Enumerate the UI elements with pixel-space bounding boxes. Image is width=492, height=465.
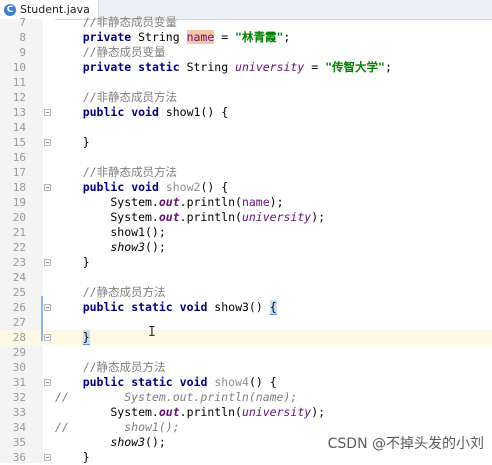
code-text: show3(); [110,240,166,254]
fold-toggle-icon[interactable] [44,334,51,341]
code-text: } [55,135,90,149]
line-number: 32 [12,391,26,404]
fold-toggle-icon[interactable] [44,454,51,461]
line-number: 12 [12,91,26,104]
code-line[interactable]: 31 public static void show4() { [0,375,492,390]
line-number: 16 [12,151,26,164]
line-number: 25 [12,286,26,299]
code-line[interactable]: 7 //非静态成员变量 [0,15,492,30]
line-number: 17 [12,166,26,179]
line-number: 9 [19,46,26,59]
line-number: 11 [12,76,26,89]
line-number: 22 [12,241,26,254]
line-number: 18 [12,181,26,194]
line-number: 29 [12,346,26,359]
line-number: 14 [12,121,26,134]
line-number: 13 [12,106,26,119]
line-number: 31 [12,376,26,389]
line-number: 35 [12,436,26,449]
code-text: //非静态成员方法 [55,165,178,179]
code-line[interactable]: 11 [0,75,492,90]
code-line[interactable]: 12 //非静态成员方法 [0,90,492,105]
line-number: 28 [12,331,26,344]
code-text: public static void show4() { [82,375,277,389]
code-line[interactable]: 26 public static void show3() { [0,300,492,315]
line-number: 21 [12,226,26,239]
line-number: 24 [12,271,26,284]
code-line[interactable]: 22 show3(); [0,240,492,255]
code-text: show1(); [55,225,166,239]
watermark: CSDN @不掉头发的小刘 [327,436,484,452]
code-line[interactable]: 10 private static String university = "传… [0,60,492,75]
code-line[interactable]: 16 [0,150,492,165]
line-number: 23 [12,256,26,269]
code-text: public static void show3() { [82,300,277,315]
code-text: System.out.println(university); [55,210,326,224]
fold-toggle-icon[interactable] [44,379,51,386]
line-number: 15 [12,136,26,149]
code-line[interactable]: 13 public void show1() { [0,105,492,120]
code-text: } [82,330,90,345]
java-class-icon: C [4,3,16,16]
code-line[interactable]: 29 [0,345,492,360]
code-line[interactable]: 18 public void show2() { [0,180,492,195]
code-text: //非静态成员方法 [55,90,178,104]
code-text: } [55,255,90,269]
code-text: System.out.println(university); [55,405,326,419]
code-text: System.out.println(name); [55,195,284,209]
fold-toggle-icon[interactable] [44,109,51,116]
line-number: 10 [12,61,26,74]
line-number: 27 [12,316,26,329]
code-text: //非静态成员变量 [55,15,178,29]
code-line[interactable]: 30 //静态成员方法 [0,360,492,375]
code-line[interactable]: 8 private String name = "林青霞"; [0,30,492,45]
code-line[interactable]: 9 //静态成员变量 [0,45,492,60]
line-number: 8 [19,31,26,44]
code-text: private static String university = "传智大学… [82,60,392,74]
code-text: show3(); [110,435,166,449]
code-line[interactable]: 27 [0,315,492,330]
fold-toggle-icon[interactable] [44,139,51,146]
code-text: private String name = "林青霞"; [82,30,291,44]
line-number: 7 [19,16,26,29]
code-line[interactable]: 28 } [0,330,492,345]
code-text: //静态成员方法 [55,360,166,374]
code-line[interactable]: 24 [0,270,492,285]
line-number: 34 [12,421,26,434]
block-marker [41,296,43,341]
code-editor[interactable]: 7 //非静态成员变量 8 private String name = "林青霞"… [0,15,492,464]
code-line[interactable]: 32// System.out.println(name); [0,390,492,405]
code-line[interactable]: 20 System.out.println(university); [0,210,492,225]
code-line[interactable]: 19 System.out.println(name); [0,195,492,210]
code-line[interactable]: 25 //静态成员方法 [0,285,492,300]
line-number: 19 [12,196,26,209]
line-number: 26 [12,301,26,314]
code-text: public void show1() { [82,105,229,119]
code-line[interactable]: 15 } [0,135,492,150]
line-number: 20 [12,211,26,224]
fold-toggle-icon[interactable] [44,304,51,311]
text-cursor-icon: I [148,325,156,340]
code-line[interactable]: 33 System.out.println(university); [0,405,492,420]
code-line[interactable]: 23 } [0,255,492,270]
code-text: //静态成员变量 [55,45,166,59]
code-line[interactable]: 21 show1(); [0,225,492,240]
code-text: //静态成员方法 [55,285,166,299]
code-text: public void show2() { [82,180,229,194]
code-line[interactable]: 17 //非静态成员方法 [0,165,492,180]
fold-toggle-icon[interactable] [44,259,51,266]
fold-toggle-icon[interactable] [44,184,51,191]
line-number: 30 [12,361,26,374]
code-line[interactable]: 14 [0,120,492,135]
line-number: 33 [12,406,26,419]
